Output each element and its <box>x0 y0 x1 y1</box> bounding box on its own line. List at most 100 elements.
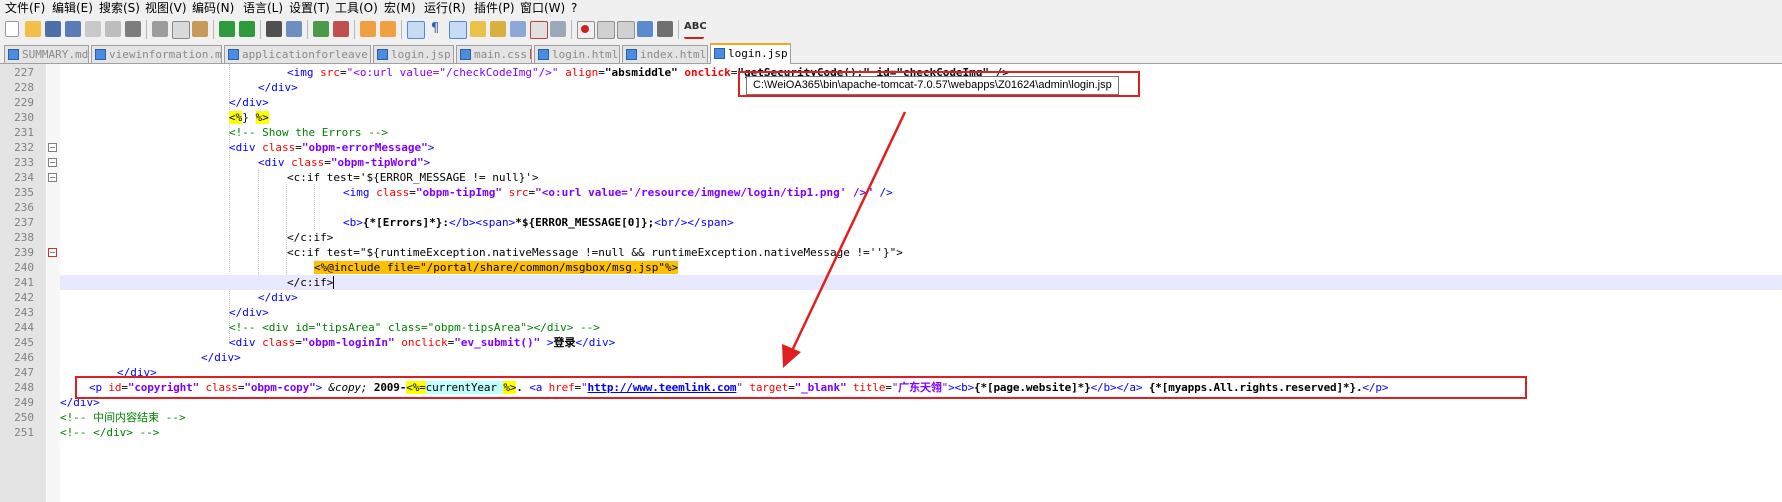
token: > <box>427 141 435 154</box>
copy-icon[interactable] <box>172 21 190 39</box>
undo-icon[interactable] <box>219 21 235 37</box>
tab-login-jsp-active[interactable]: login.jsp✕ <box>710 43 791 64</box>
tab-label: login.jsp <box>391 48 451 61</box>
token: onclick <box>394 336 448 349</box>
menu-run[interactable]: 运行(R) <box>424 0 466 17</box>
file-icon <box>714 48 725 59</box>
folder-workspace-icon[interactable] <box>530 21 548 39</box>
menu-edit[interactable]: 编辑(E) <box>52 0 93 17</box>
code-text: </c:if> <box>287 275 335 290</box>
menu-tools[interactable]: 工具(O) <box>335 0 378 17</box>
code-text: <div class="obpm-errorMessage"> <box>229 140 434 155</box>
save-macro-icon[interactable] <box>657 21 673 37</box>
line-number: 237 <box>14 216 34 229</box>
line-number: 231 <box>14 126 34 139</box>
line-number: 235 <box>14 186 34 199</box>
doc-map-icon[interactable] <box>490 21 506 37</box>
toolbar-separator <box>146 20 147 39</box>
monitoring-icon[interactable] <box>550 21 566 37</box>
show-all-chars-icon[interactable]: ¶ <box>427 21 443 37</box>
menu-search[interactable]: 搜索(S) <box>99 0 140 17</box>
line-number: 250 <box>14 411 34 424</box>
current-line: 241 </c:if> <box>0 275 1782 290</box>
line-number: 238 <box>14 231 34 244</box>
close-icon[interactable] <box>85 21 101 37</box>
save-all-icon[interactable] <box>65 21 81 37</box>
menu-language[interactable]: 语言(L) <box>243 0 283 17</box>
menu-encoding[interactable]: 编码(N) <box>192 0 234 17</box>
token: class <box>262 336 296 349</box>
udl-icon[interactable] <box>470 21 486 37</box>
menu-macro[interactable]: 宏(M) <box>384 0 416 17</box>
code-text: <b>{*[Errors]*}:</b><span>*${ERROR_MESSA… <box>343 215 734 230</box>
code-text: </div> <box>258 291 298 304</box>
play-macro-icon[interactable] <box>617 21 635 39</box>
play-multiple-icon[interactable] <box>637 21 653 37</box>
sync-horizontal-icon[interactable] <box>380 21 396 37</box>
code-line: 231 <!-- Show the Errors --> <box>0 125 1782 140</box>
menu-file[interactable]: 文件(F) <box>5 0 45 17</box>
find-icon[interactable] <box>266 21 282 37</box>
zoom-out-icon[interactable] <box>333 21 349 37</box>
sync-vertical-icon[interactable] <box>360 21 376 37</box>
redo-icon[interactable] <box>239 21 255 37</box>
menu-bar: 文件(F) 编辑(E) 搜索(S) 视图(V) 编码(N) 语言(L) 设置(T… <box>0 0 1782 17</box>
token: = <box>295 141 302 154</box>
tab-index-html[interactable]: index.html✕ <box>622 45 708 63</box>
save-icon[interactable] <box>45 21 61 37</box>
code-line: 251 <!-- </div> --> <box>0 425 1782 440</box>
print-icon[interactable] <box>125 21 141 37</box>
line-number: 240 <box>14 261 34 274</box>
token: <%@ <box>314 261 334 274</box>
token: "ev_submit()" <box>454 336 541 349</box>
code-text: </div> <box>229 306 269 319</box>
spell-check-icon[interactable]: ABC <box>684 21 707 39</box>
tab-login-jsp[interactable]: login.jsp✕ <box>373 45 454 63</box>
token: </c:if> <box>287 276 334 289</box>
menu-view[interactable]: 视图(V) <box>145 0 187 17</box>
cut-icon[interactable] <box>152 21 168 37</box>
tab-summary-md[interactable]: SUMMARY.md✕ <box>4 45 89 63</box>
token: class <box>262 141 296 154</box>
line-number: 248 <box>14 381 34 394</box>
tab-main-css[interactable]: main.css✕ <box>456 45 532 63</box>
code-line: 244 <!-- <div id="tipsArea" class="obpm-… <box>0 320 1782 335</box>
code-editor[interactable]: − − − − 227 <img src="<o:url value="/che… <box>0 64 1782 502</box>
function-list-icon[interactable] <box>510 21 526 37</box>
menu-help[interactable]: ? <box>571 0 577 17</box>
code-text: <div class="obpm-loginIn" onclick="ev_su… <box>229 335 615 350</box>
indent-guide-icon[interactable] <box>449 21 467 39</box>
tab-applicationforleave-md[interactable]: applicationforleave.md✕ <box>224 45 371 63</box>
tab-label: index.html <box>640 48 707 61</box>
code-text: </div> <box>201 351 241 364</box>
toolbar-separator <box>354 20 355 39</box>
new-file-icon[interactable] <box>5 21 19 37</box>
menu-plugins[interactable]: 插件(P) <box>474 0 515 17</box>
token: "<o:url value="/checkCodeImg"/>" <box>346 66 559 79</box>
menu-window[interactable]: 窗口(W) <box>520 0 565 17</box>
close-all-icon[interactable] <box>105 21 121 37</box>
code-text: <!-- Show the Errors --> <box>229 126 388 139</box>
paste-icon[interactable] <box>192 21 208 37</box>
replace-icon[interactable] <box>286 21 302 37</box>
line-number: 228 <box>14 81 34 94</box>
line-number: 242 <box>14 291 34 304</box>
tab-login-html[interactable]: login.html✕ <box>534 45 620 63</box>
code-line: 236 <box>0 200 1782 215</box>
tab-label: login.html <box>552 48 619 61</box>
token: "obpm-loginIn" <box>301 336 395 349</box>
code-line: 250 <!-- 中间内容结束 --> <box>0 410 1782 425</box>
tab-viewinformation-md[interactable]: viewinformation.md✕ <box>91 45 222 63</box>
token: = <box>598 66 605 79</box>
token: *${ERROR_MESSAGE[0]}; <box>515 216 655 229</box>
word-wrap-icon[interactable] <box>407 21 425 39</box>
token: "obpm-tipImg" <box>415 186 502 199</box>
menu-settings[interactable]: 设置(T) <box>289 0 330 17</box>
open-file-icon[interactable] <box>25 21 41 37</box>
zoom-in-icon[interactable] <box>313 21 329 37</box>
token: = <box>409 186 416 199</box>
record-macro-icon[interactable] <box>577 21 595 39</box>
code-line: 235 <img class="obpm-tipImg" src="<o:url… <box>0 185 1782 200</box>
close-icon[interactable]: ✕ <box>529 49 531 59</box>
stop-macro-icon[interactable] <box>597 21 615 39</box>
